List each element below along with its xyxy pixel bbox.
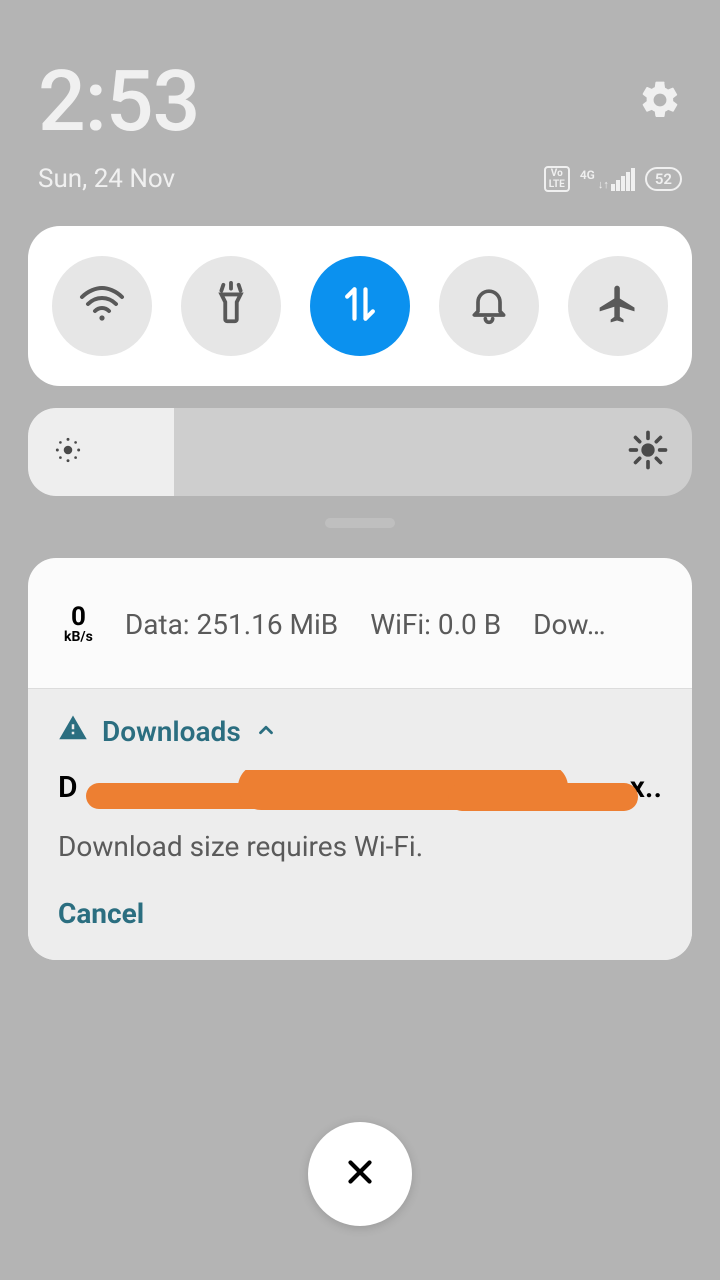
data-usage-label: Data: 251.16 MiB [125,608,338,641]
warning-icon [58,713,88,750]
battery-icon: 52 [645,167,682,191]
speed-indicator: 0 kB/s [64,604,93,644]
drag-handle[interactable] [325,518,395,528]
clear-all-button[interactable] [308,1122,412,1226]
flashlight-toggle[interactable] [181,256,281,356]
downloads-section-title: Downloads [102,715,241,748]
signal-icon: 4G ↓↑ [580,168,635,191]
wifi-toggle[interactable] [52,256,152,356]
status-header: 2:53 Sun, 24 Nov VoLTE 4G ↓↑ 52 [0,0,720,194]
flashlight-icon [208,281,254,331]
bell-icon [467,282,511,330]
download-notification[interactable]: Downloads D​​​​​​​​​​​​​​​​​​​​​​​​​​​​​… [28,688,692,960]
gear-icon[interactable] [638,78,682,126]
brightness-low-icon [52,434,84,470]
status-icons: VoLTE 4G ↓↑ 52 [544,166,682,192]
dnd-toggle[interactable] [439,256,539,356]
truncated-label: Dow… [533,608,605,641]
quick-toggles-card [28,226,692,386]
mobile-data-toggle[interactable] [310,256,410,356]
download-subtext: Download size requires Wi-Fi. [58,830,662,863]
wifi-usage-label: WiFi: 0.0 B [370,608,501,641]
status-date: Sun, 24 Nov [38,164,175,194]
close-icon [341,1153,379,1195]
airplane-icon [596,282,640,330]
cancel-button[interactable]: Cancel [58,897,662,930]
brightness-slider[interactable] [28,408,692,496]
clock-time: 2:53 [38,60,199,144]
notification-card: 0 kB/s Data: 251.16 MiB WiFi: 0.0 B Dow…… [28,558,692,960]
wifi-icon [78,280,126,332]
airplane-toggle[interactable] [568,256,668,356]
speed-meter-notification[interactable]: 0 kB/s Data: 251.16 MiB WiFi: 0.0 B Dow… [28,558,692,688]
volte-icon: VoLTE [544,166,570,192]
brightness-high-icon [628,430,668,474]
chevron-up-icon[interactable] [255,715,277,748]
data-arrows-icon [338,282,382,330]
